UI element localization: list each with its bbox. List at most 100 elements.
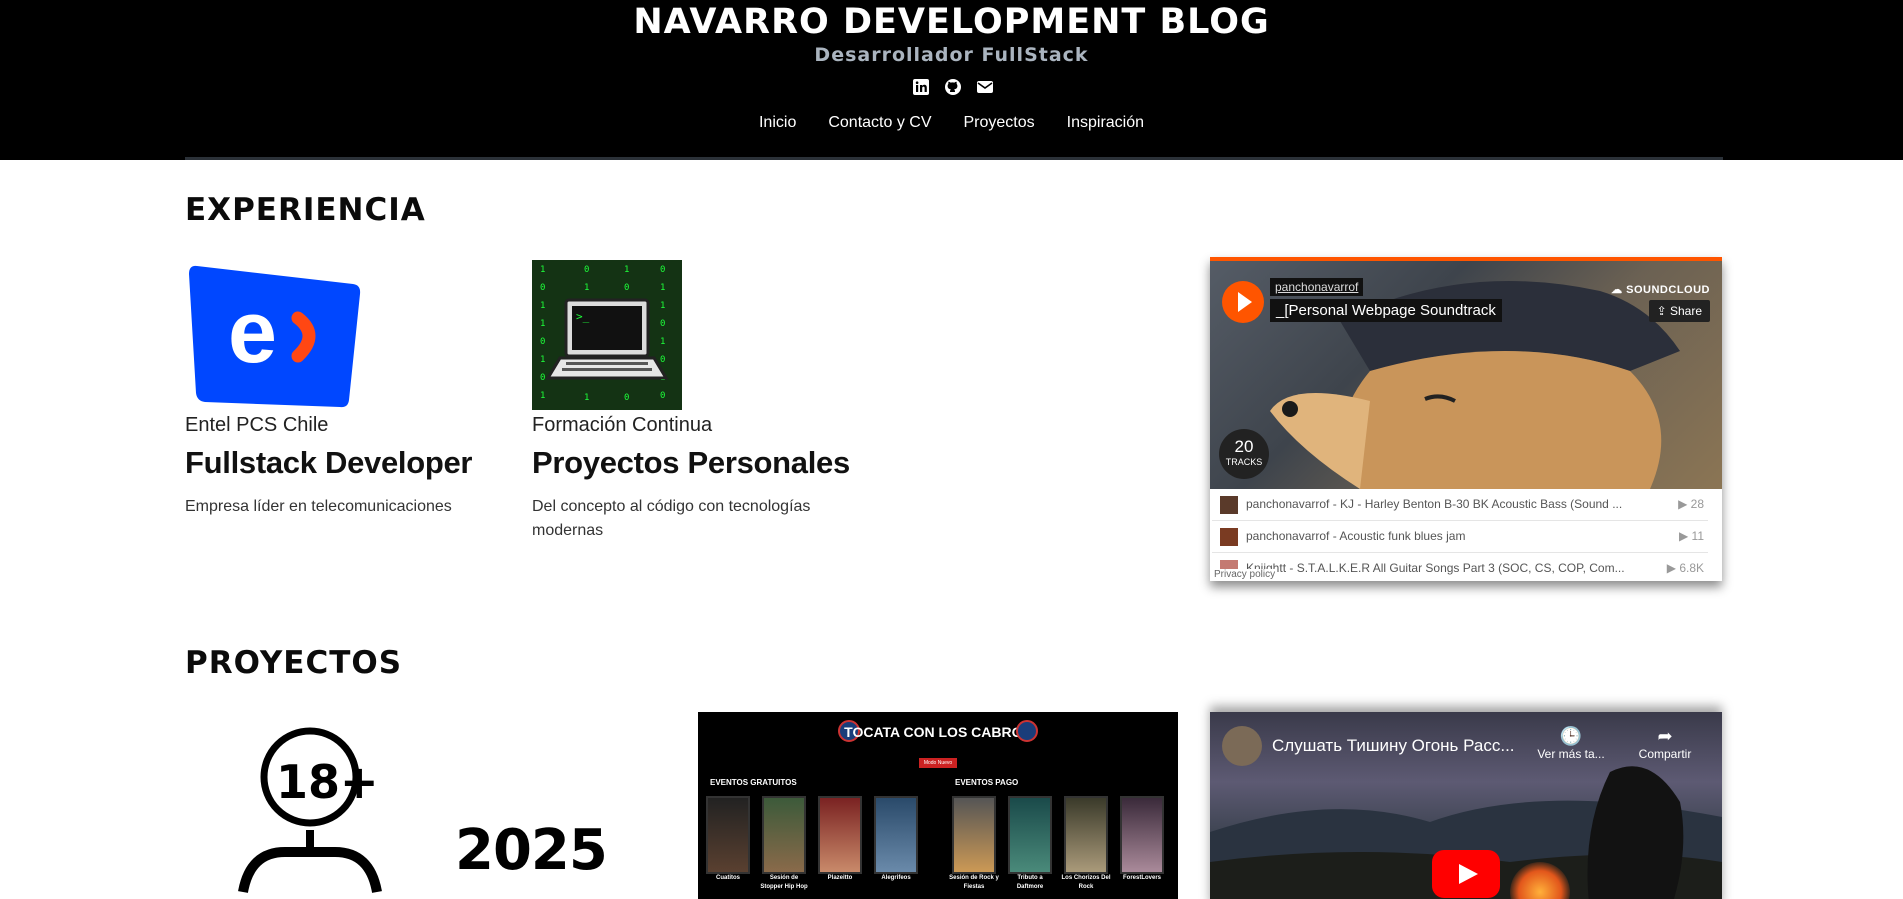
project-18-plus-gaming[interactable]: 18+ xyxy=(225,722,415,899)
svg-text:1: 1 xyxy=(660,337,665,347)
svg-text:0: 0 xyxy=(540,373,545,383)
watch-later-label: Ver más ta... xyxy=(1537,747,1605,761)
track-plays: ▶ 11 xyxy=(1678,529,1704,543)
event-caption: ForestLovers xyxy=(1122,875,1161,881)
event-caption: Sesión de Rock y Fiestas xyxy=(949,875,999,890)
nav-inicio[interactable]: Inicio xyxy=(743,114,812,132)
svg-text:0: 0 xyxy=(660,355,665,365)
nav-contacto-cv[interactable]: Contacto y CV xyxy=(812,114,947,132)
youtube-embed[interactable]: Слушать Тишину Огонь Расс... 🕒 Ver más t… xyxy=(1210,712,1722,899)
nav-proyectos[interactable]: Proyectos xyxy=(948,114,1051,132)
event-poster[interactable] xyxy=(874,796,918,874)
svg-text:0: 0 xyxy=(660,319,665,329)
youtube-share-label: Compartir xyxy=(1638,747,1692,761)
project-tocata-screenshot[interactable]: TOCATA CON LOS CABROS Modo Nuevo EVENTOS… xyxy=(698,712,1178,899)
event-poster[interactable] xyxy=(1120,796,1164,874)
event-caption: Tributo a Daftmore xyxy=(1016,875,1044,890)
company-name: Entel PCS Chile xyxy=(185,414,329,436)
svg-text:1: 1 xyxy=(584,283,589,293)
role-description: Empresa líder en telecomunicaciones xyxy=(185,498,452,515)
event-poster[interactable] xyxy=(952,796,996,874)
track-row[interactable]: panchonavarrof - KJ - Harley Benton B-30… xyxy=(1212,489,1708,521)
svg-text:1: 1 xyxy=(624,265,629,275)
event-caption: Sesión de Stopper Hip Hop xyxy=(760,875,808,890)
cloud-icon: ☁ xyxy=(1611,284,1627,296)
tocata-mode-button[interactable]: Modo Nuevo xyxy=(919,758,957,768)
project-year: 2025 xyxy=(455,818,608,883)
event-poster[interactable] xyxy=(1008,796,1052,874)
svg-text:1: 1 xyxy=(660,301,665,311)
svg-text:1: 1 xyxy=(540,319,545,329)
svg-text:1: 1 xyxy=(584,393,589,403)
event-caption: Alegrifeos xyxy=(881,875,911,881)
tocata-title: TOCATA CON LOS CABROS xyxy=(844,724,1032,740)
track-row[interactable]: panchonavarrof - Acoustic funk blues jam… xyxy=(1212,521,1708,553)
free-events-label: EVENTOS GRATUITOS xyxy=(710,778,797,787)
youtube-play-button[interactable] xyxy=(1432,850,1500,898)
track-list: panchonavarrof - KJ - Harley Benton B-30… xyxy=(1210,489,1722,581)
privacy-policy-link[interactable]: Privacy policy xyxy=(1214,569,1276,580)
track-plays: ▶ 28 xyxy=(1678,497,1704,511)
track-plays: ▶ 6.8K xyxy=(1666,561,1704,575)
track-name: Kniightt - S.T.A.L.K.E.R All Guitar Song… xyxy=(1246,561,1625,575)
youtube-share-button[interactable]: ➦ Compartir xyxy=(1630,726,1700,761)
channel-avatar[interactable] xyxy=(1222,726,1262,766)
age-badge: 18+ xyxy=(276,755,379,809)
svg-text:0: 0 xyxy=(624,393,629,403)
play-count: 11 xyxy=(1691,529,1704,543)
share-label: Share xyxy=(1669,304,1702,318)
main-nav: Inicio Contacto y CV Proyectos Inspiraci… xyxy=(0,114,1903,132)
nav-inspiracion[interactable]: Inspiración xyxy=(1051,114,1160,132)
share-arrow-icon: ➦ xyxy=(1657,726,1673,746)
role-description: Del concepto al código con tecnologías m… xyxy=(532,498,811,539)
play-button[interactable] xyxy=(1222,281,1264,323)
svg-text:1: 1 xyxy=(540,355,545,365)
projects-title: PROYECTOS xyxy=(185,645,403,681)
company-name: Formación Continua xyxy=(532,414,713,436)
svg-text:1: 1 xyxy=(540,391,545,401)
paid-events-label: EVENTOS PAGO xyxy=(955,778,1019,787)
video-title[interactable]: Слушать Тишину Огонь Расс... xyxy=(1272,736,1515,756)
experience-title: EXPERIENCIA xyxy=(185,192,426,228)
experience-card-formacion: 10110101 011 101 01101010 10 >_ Formació… xyxy=(532,260,852,543)
site-title: NAVARRO DEVELOPMENT BLOG xyxy=(633,2,1270,42)
role-title: Proyectos Personales xyxy=(532,445,850,480)
track-thumbnail xyxy=(1220,528,1238,546)
event-poster[interactable] xyxy=(762,796,806,874)
event-poster[interactable] xyxy=(818,796,862,874)
gamepad-18-icon: 18+ xyxy=(238,727,382,894)
soundcloud-player[interactable]: panchonavarrof _[Personal Webpage Soundt… xyxy=(1210,257,1722,581)
svg-text:1: 1 xyxy=(660,283,665,293)
track-name: panchonavarrof - Acoustic funk blues jam xyxy=(1246,529,1466,543)
soundcloud-brand-text: SOUNDCLOUD xyxy=(1626,284,1710,296)
share-button[interactable]: ⇪ Share xyxy=(1648,300,1710,322)
event-caption: Plazeitto xyxy=(827,875,853,881)
svg-text:1: 1 xyxy=(540,301,545,311)
svg-text:e: e xyxy=(228,282,277,381)
event-poster[interactable] xyxy=(706,796,750,874)
soundcloud-logo[interactable]: ☁ SOUNDCLOUD xyxy=(1611,283,1710,296)
header-divider xyxy=(185,157,1723,160)
linkedin-icon[interactable] xyxy=(912,78,930,96)
tocata-seal-icon xyxy=(1016,720,1038,742)
event-caption: Cuatitos xyxy=(716,875,740,881)
svg-text:0: 0 xyxy=(540,283,545,293)
svg-text:0: 0 xyxy=(660,391,665,401)
clock-icon: 🕒 xyxy=(1559,726,1583,746)
svg-text:1: 1 xyxy=(540,265,545,275)
share-icon: ⇪ xyxy=(1656,304,1670,318)
track-row[interactable]: Kniightt - S.T.A.L.K.E.R All Guitar Song… xyxy=(1212,553,1708,581)
svg-text:>_: >_ xyxy=(576,310,590,323)
playlist-title[interactable]: _[Personal Webpage Soundtrack xyxy=(1270,299,1502,322)
svg-text:0: 0 xyxy=(540,337,545,347)
soundcloud-user-link[interactable]: panchonavarrof xyxy=(1270,278,1364,296)
track-thumbnail xyxy=(1220,496,1238,514)
watch-later-button[interactable]: 🕒 Ver más ta... xyxy=(1535,726,1607,761)
email-icon[interactable] xyxy=(976,78,994,96)
github-icon[interactable] xyxy=(944,78,962,96)
site-subtitle: Desarrollador FullStack xyxy=(814,44,1089,66)
playlist-artwork: panchonavarrof _[Personal Webpage Soundt… xyxy=(1210,261,1722,489)
svg-text:0: 0 xyxy=(660,265,665,275)
laptop-matrix-image: 10110101 011 101 01101010 10 >_ xyxy=(532,260,682,410)
event-poster[interactable] xyxy=(1064,796,1108,874)
